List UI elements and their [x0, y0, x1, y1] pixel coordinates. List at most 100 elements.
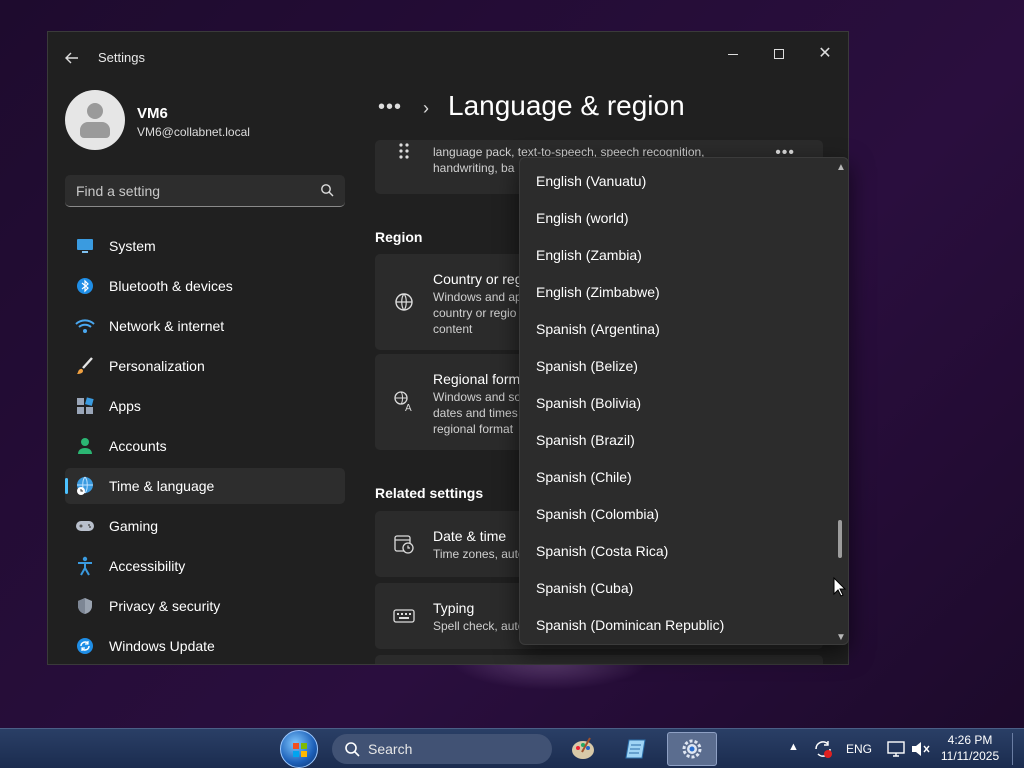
- sidebar-item-windows-update[interactable]: Windows Update: [65, 628, 345, 664]
- breadcrumb-more-button[interactable]: •••: [378, 96, 402, 119]
- calendar-clock-icon: [394, 535, 414, 554]
- taskbar-app-paint[interactable]: [566, 732, 600, 766]
- selection-indicator: [65, 478, 68, 494]
- region-dropdown-list[interactable]: English (Vanuatu) English (world) Englis…: [519, 157, 849, 645]
- network-monitor-icon[interactable]: [885, 738, 907, 760]
- globe-clock-icon: [75, 476, 95, 496]
- windows-logo-icon: [293, 743, 307, 757]
- show-hidden-icons-button[interactable]: ▲: [788, 741, 799, 753]
- maximize-button[interactable]: [756, 38, 802, 70]
- taskbar: Search ▲ ENG 4:26 PM 11/11/2025: [0, 728, 1024, 768]
- dropdown-option[interactable]: Spanish (Argentina): [520, 311, 830, 348]
- monitor-icon: [75, 236, 95, 256]
- date-time-card-title: Date & time: [433, 528, 507, 544]
- typing-card-desc: Spell check, auto: [433, 619, 525, 633]
- scrollbar-track[interactable]: [838, 178, 842, 628]
- scroll-up-arrow-icon[interactable]: ▲: [836, 162, 846, 173]
- search-icon: [321, 184, 334, 197]
- gamepad-icon: [75, 516, 95, 536]
- brush-icon: [75, 356, 95, 376]
- page-title: Language & region: [448, 90, 685, 121]
- taskbar-search-label: Search: [368, 741, 413, 757]
- dropdown-option[interactable]: Spanish (Belize): [520, 348, 830, 385]
- apps-icon: [75, 396, 95, 416]
- svg-text:A: A: [405, 403, 412, 412]
- bluetooth-icon: [75, 276, 95, 296]
- related-settings-heading: Related settings: [375, 485, 484, 501]
- scrollbar-thumb[interactable]: [838, 520, 842, 558]
- app-title: Settings: [98, 50, 145, 65]
- sidebar-item-privacy[interactable]: Privacy & security: [65, 588, 345, 624]
- sidebar-item-network[interactable]: Network & internet: [65, 308, 345, 344]
- sidebar-item-label: System: [109, 238, 156, 254]
- sync-alert-icon[interactable]: [812, 738, 834, 760]
- avatar[interactable]: [65, 90, 125, 150]
- regional-card-desc-3: regional format: [433, 422, 514, 436]
- minimize-icon: [728, 53, 738, 55]
- back-button[interactable]: [60, 46, 84, 70]
- sidebar-item-apps[interactable]: Apps: [65, 388, 345, 424]
- taskbar-search-box[interactable]: Search: [332, 734, 552, 764]
- regional-card-desc-1: Windows and so: [433, 390, 522, 404]
- clock-date: 11/11/2025: [940, 749, 1000, 763]
- dropdown-option[interactable]: Spanish (Brazil): [520, 422, 830, 459]
- start-button[interactable]: [280, 730, 318, 768]
- sidebar-item-label: Apps: [109, 398, 141, 414]
- country-card-desc-3: content: [433, 322, 473, 336]
- dropdown-option[interactable]: Spanish (Colombia): [520, 496, 830, 533]
- volume-muted-icon[interactable]: [909, 738, 931, 760]
- dropdown-option[interactable]: Spanish (Chile): [520, 459, 830, 496]
- input-language-indicator[interactable]: ENG: [846, 742, 872, 756]
- typing-card-title: Typing: [433, 600, 475, 616]
- maximize-icon: [774, 49, 784, 59]
- dropdown-option[interactable]: Spanish (Cuba): [520, 570, 830, 607]
- clock-time: 4:26 PM: [947, 733, 993, 747]
- user-email: VM6@collabnet.local: [137, 125, 250, 139]
- find-setting-input[interactable]: Find a setting: [65, 175, 345, 207]
- regional-card-title: Regional form: [433, 371, 521, 387]
- scroll-down-arrow-icon[interactable]: ▼: [836, 632, 846, 643]
- search-placeholder: Find a setting: [76, 183, 161, 199]
- show-desktop-button[interactable]: [1012, 733, 1022, 765]
- mouse-pointer-icon: [833, 577, 847, 597]
- sidebar-item-label: Windows Update: [109, 638, 215, 654]
- dropdown-option[interactable]: Spanish (Bolivia): [520, 385, 830, 422]
- sidebar-item-label: Gaming: [109, 518, 159, 534]
- close-button[interactable]: ✕: [802, 38, 848, 70]
- dropdown-option[interactable]: Spanish (Costa Rica): [520, 533, 830, 570]
- sidebar-item-bluetooth[interactable]: Bluetooth & devices: [65, 268, 345, 304]
- sidebar-item-label: Accounts: [109, 438, 167, 454]
- sidebar-item-personalization[interactable]: Personalization: [65, 348, 345, 384]
- sidebar-item-system[interactable]: System: [65, 228, 345, 264]
- minimize-button[interactable]: [710, 38, 756, 70]
- drag-handle-icon: [399, 143, 409, 159]
- sidebar-item-label: Accessibility: [109, 558, 186, 574]
- sidebar-item-label: Bluetooth & devices: [109, 278, 233, 294]
- taskbar-app-settings[interactable]: [667, 732, 717, 766]
- sidebar-item-gaming[interactable]: Gaming: [65, 508, 345, 544]
- back-arrow-icon: [65, 52, 78, 64]
- settings-gear-icon: [682, 739, 702, 759]
- sidebar-item-accounts[interactable]: Accounts: [65, 428, 345, 464]
- dropdown-option[interactable]: Spanish (Dominican Republic): [520, 607, 830, 644]
- avatar-body-shape: [80, 122, 110, 138]
- breadcrumb-chevron-icon: ›: [423, 98, 429, 118]
- dropdown-option[interactable]: English (Vanuatu): [520, 163, 830, 200]
- sidebar-item-label: Network & internet: [109, 318, 225, 334]
- country-card-desc-1: Windows and ap: [433, 290, 522, 304]
- sidebar-item-time-language[interactable]: Time & language: [65, 468, 345, 504]
- sidebar-item-accessibility[interactable]: Accessibility: [65, 548, 345, 584]
- country-card-title: Country or reg: [433, 271, 523, 287]
- regional-card-desc-2: dates and times: [433, 406, 518, 420]
- dropdown-option[interactable]: English (Zimbabwe): [520, 274, 830, 311]
- paint-palette-icon: [572, 737, 594, 759]
- taskbar-app-notepad[interactable]: [620, 732, 654, 766]
- shield-icon: [75, 596, 95, 616]
- regional-format-icon: A: [394, 391, 412, 412]
- partial-card[interactable]: [375, 655, 823, 664]
- dropdown-option[interactable]: English (world): [520, 200, 830, 237]
- keyboard-icon: [393, 609, 415, 623]
- person-icon: [75, 436, 95, 456]
- dropdown-option[interactable]: English (Zambia): [520, 237, 830, 274]
- system-clock[interactable]: 4:26 PM 11/11/2025: [934, 732, 1006, 764]
